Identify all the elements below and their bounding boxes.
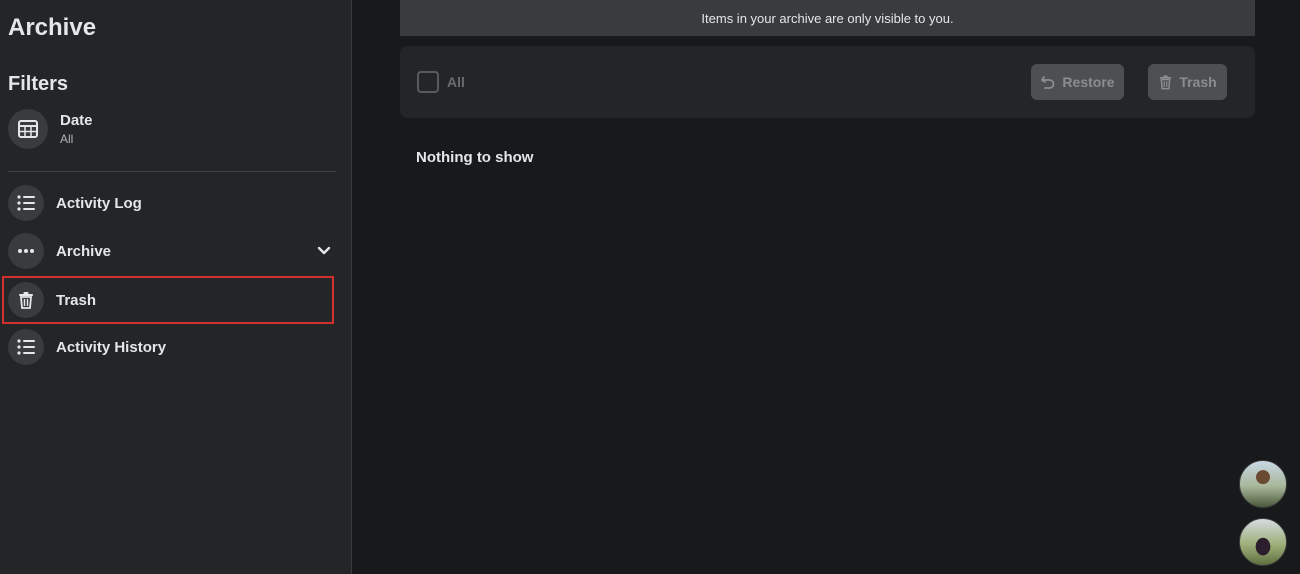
checkbox[interactable] <box>417 71 439 93</box>
trash-icon <box>8 282 44 318</box>
trash-button[interactable]: Trash <box>1148 64 1227 100</box>
sidebar-item-label: Trash <box>56 291 97 309</box>
date-filter-label: Date <box>60 112 93 129</box>
bulk-action-toolbar: All Restore Trash <box>400 46 1255 118</box>
banner-text: Items in your archive are only visible t… <box>701 10 954 26</box>
sidebar-item-activity-history[interactable]: Activity History <box>8 327 336 367</box>
calendar-icon <box>8 109 48 149</box>
trash-label: Trash <box>1179 74 1217 90</box>
chat-head-avatar[interactable] <box>1239 518 1287 566</box>
chat-head-avatar[interactable] <box>1239 460 1287 508</box>
restore-label: Restore <box>1062 74 1115 90</box>
page-title: Archive <box>8 14 97 41</box>
list-icon <box>8 329 44 365</box>
sidebar: Archive Filters Date All Activity Log Ar… <box>0 0 352 574</box>
restore-button[interactable]: Restore <box>1031 64 1124 100</box>
sidebar-item-trash[interactable]: Trash <box>2 276 334 324</box>
select-all-label: All <box>447 74 465 90</box>
sidebar-item-label: Activity Log <box>56 194 142 212</box>
sidebar-item-archive[interactable]: Archive <box>8 231 336 271</box>
date-filter-value: All <box>60 132 74 146</box>
privacy-banner: Items in your archive are only visible t… <box>400 0 1255 36</box>
sidebar-item-label: Activity History <box>56 338 167 356</box>
empty-state-text: Nothing to show <box>416 149 534 166</box>
sidebar-item-label: Archive <box>56 242 112 260</box>
list-icon <box>8 185 44 221</box>
sidebar-divider <box>8 171 336 172</box>
sidebar-item-activity-log[interactable]: Activity Log <box>8 183 336 223</box>
undo-icon <box>1041 76 1055 89</box>
chevron-down-icon[interactable] <box>316 243 332 264</box>
date-filter[interactable]: Date All <box>8 108 338 150</box>
select-all-checkbox[interactable]: All <box>417 71 465 93</box>
trash-icon <box>1159 75 1172 90</box>
filters-heading: Filters <box>8 73 69 95</box>
more-horizontal-icon <box>8 233 44 269</box>
